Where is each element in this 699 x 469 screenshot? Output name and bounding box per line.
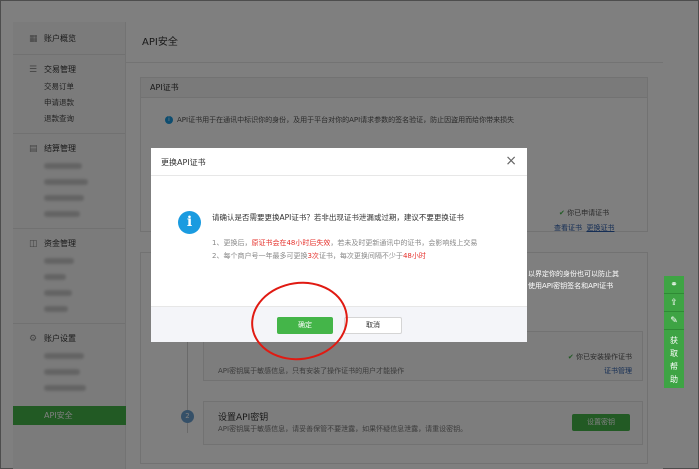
close-icon[interactable]: ×: [505, 153, 517, 169]
dialog-title: 更换API证书: [161, 158, 206, 167]
floating-toolbar: ⚭ ⇪ ✎ 获取帮助: [664, 276, 684, 388]
get-help-button[interactable]: 获取帮助: [664, 330, 684, 388]
cancel-button[interactable]: 取消: [344, 317, 402, 334]
dialog-header: 更换API证书 ×: [151, 148, 527, 176]
card-right-text: 以界定你的身份也可以防止其 使用API密钥签名和API证书: [528, 270, 619, 290]
info-icon: i: [178, 211, 201, 234]
dialog-note-2: 2、每个商户号一年最多可更换3次证书，每次更换间隔不少于48小时: [212, 252, 426, 260]
share-icon[interactable]: ⇪: [664, 294, 684, 312]
edit-icon[interactable]: ✎: [664, 312, 684, 330]
dialog-question: 请确认是否需要更换API证书？若非出现证书泄漏或过期，建议不要更换证书: [212, 213, 464, 222]
dialog-note-1: 1、更换后，原证书会在48小时后失效，若未及时更新通讯中的证书，会影响线上交易: [212, 239, 478, 247]
link-icon[interactable]: ⚭: [664, 276, 684, 294]
